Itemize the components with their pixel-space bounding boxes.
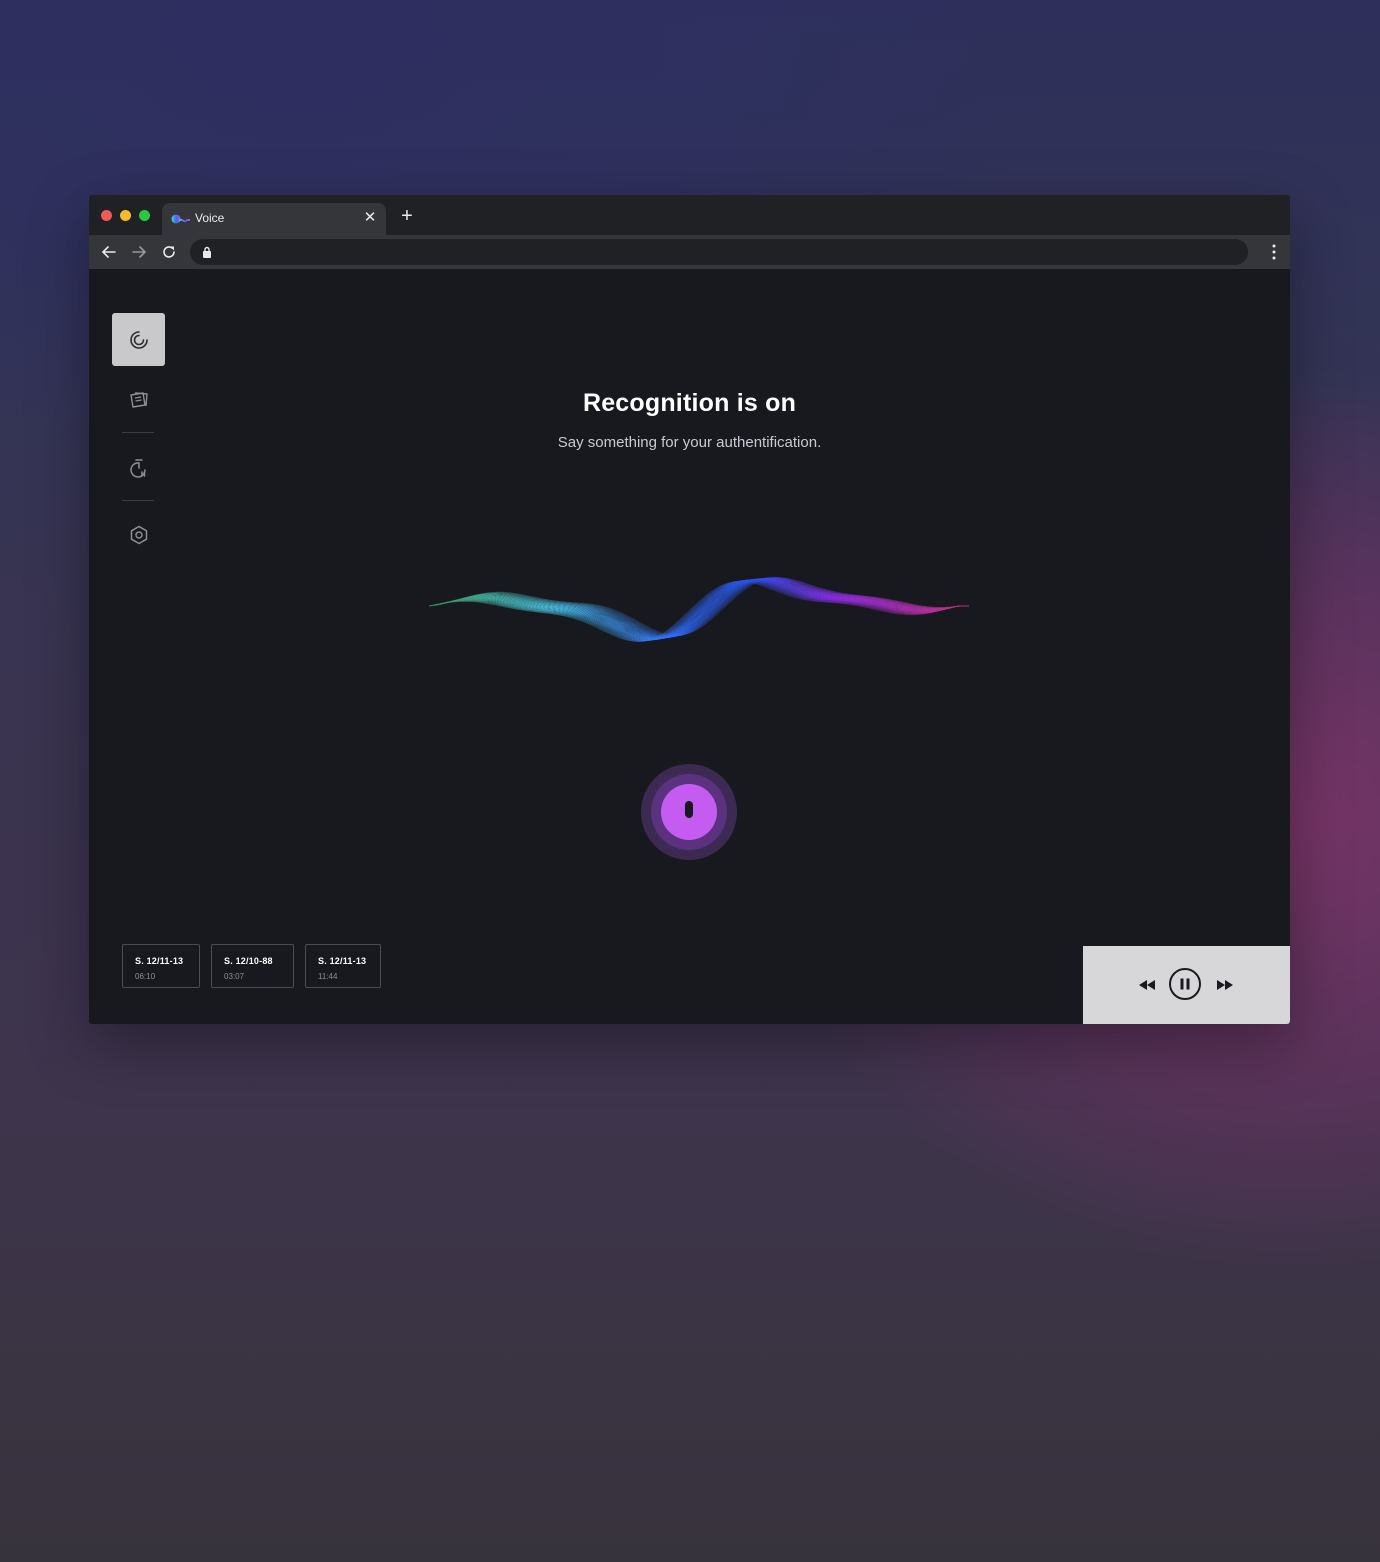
history-card[interactable]: S. 12/10-88 03:07 [211, 944, 294, 988]
history-card-time: 03:07 [224, 972, 245, 981]
reload-icon[interactable] [160, 243, 178, 261]
browser-toolbar [89, 235, 1290, 269]
browser-menu-icon[interactable] [1272, 244, 1276, 260]
pause-icon [1180, 978, 1190, 990]
voice-waveform [429, 577, 969, 642]
page-subtitle: Say something for your authentification. [557, 434, 822, 451]
lock-icon [203, 246, 211, 258]
sidebar-divider [122, 500, 154, 501]
voice-logo-icon [171, 214, 190, 224]
history-card-title: S. 12/10-88 [224, 956, 273, 966]
arrow-left-icon[interactable] [100, 243, 118, 261]
address-bar[interactable] [190, 239, 1248, 265]
spiral-icon [129, 330, 148, 349]
browser-tab[interactable]: Voice ✕ [162, 203, 386, 235]
arrow-right-icon[interactable] [130, 243, 148, 261]
browser-window: Voice ✕ + Recognition is on Say somethin… [89, 195, 1290, 1024]
sidebar-item-recognition[interactable] [112, 313, 165, 366]
rewind-icon[interactable] [1139, 980, 1155, 990]
history-card-time: 06:10 [135, 972, 156, 981]
app-content: Recognition is on Say something for your… [89, 269, 1290, 1024]
mic-button[interactable] [641, 764, 737, 860]
history-card-time: 11:44 [318, 972, 338, 981]
history-card-title: S. 12/11-13 [135, 956, 184, 966]
history-card[interactable]: S. 12/11-13 06:10 [122, 944, 200, 988]
fast-forward-icon[interactable] [1217, 980, 1233, 990]
stopwatch-icon [129, 458, 146, 478]
browser-titlebar: Voice ✕ + [89, 195, 1290, 235]
mic-icon [685, 801, 693, 818]
sidebar-divider [122, 432, 154, 433]
close-window-button[interactable] [101, 210, 112, 221]
pause-button[interactable] [1169, 968, 1201, 1000]
audio-player [1083, 946, 1290, 1024]
new-tab-button[interactable]: + [398, 206, 416, 226]
page-title: Recognition is on [582, 389, 797, 417]
close-tab-icon[interactable]: ✕ [362, 210, 378, 226]
hexagon-settings-icon [130, 525, 147, 544]
minimize-window-button[interactable] [120, 210, 131, 221]
history-card[interactable]: S. 12/11-13 11:44 [305, 944, 381, 988]
tab-title: Voice [195, 211, 225, 225]
maximize-window-button[interactable] [139, 210, 150, 221]
sidebar-item-settings[interactable] [112, 508, 165, 561]
history-card-title: S. 12/11-13 [318, 956, 367, 966]
